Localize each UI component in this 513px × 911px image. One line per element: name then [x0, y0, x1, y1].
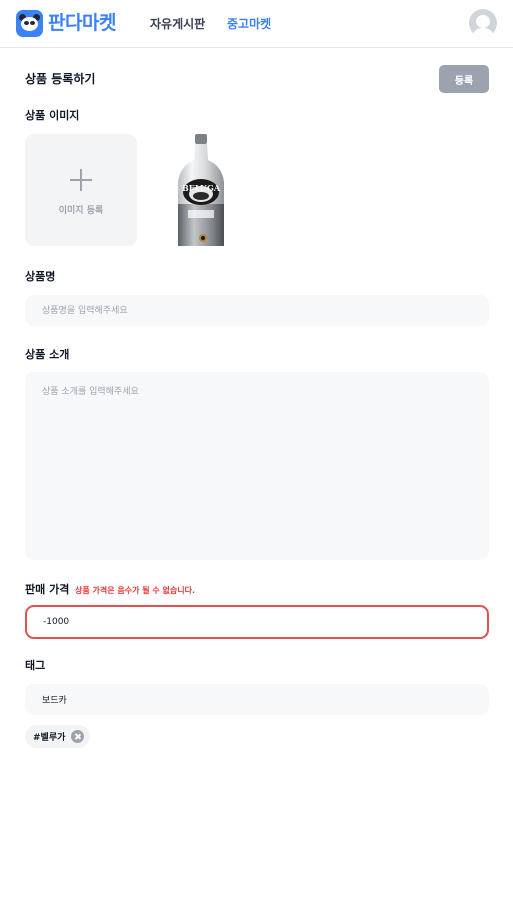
tag-chip-label: #벨루가 — [33, 733, 66, 743]
panda-logo-icon — [16, 10, 43, 37]
product-image-vodka-bottle: BELUGA — [178, 134, 224, 246]
plus-icon — [70, 169, 92, 191]
top-nav: 판다마켓 자유게시판 중고마켓 — [0, 0, 513, 48]
logo[interactable]: 판다마켓 — [16, 10, 116, 37]
nav-used-market[interactable]: 중고마켓 — [227, 16, 271, 32]
avatar[interactable] — [469, 9, 497, 37]
price-input[interactable] — [25, 605, 489, 639]
tag-label: 태그 — [25, 659, 46, 672]
name-label: 상품명 — [25, 270, 56, 283]
description-label: 상품 소개 — [25, 348, 70, 361]
description-input[interactable] — [25, 372, 489, 560]
submit-button[interactable]: 등록 — [439, 65, 489, 93]
page-title: 상품 등록하기 — [25, 72, 96, 86]
price-label: 판매 가격 — [25, 583, 70, 596]
svg-text:BELUGA: BELUGA — [182, 183, 221, 193]
image-label: 상품 이미지 — [25, 109, 80, 122]
image-upload-label: 이미지 등록 — [58, 206, 104, 216]
name-input[interactable] — [25, 295, 489, 326]
tag-input[interactable] — [25, 684, 489, 715]
price-error-message: 상품 가격은 음수가 될 수 없습니다. — [75, 586, 196, 595]
nav-free-board[interactable]: 자유게시판 — [150, 16, 205, 32]
tag-chip: #벨루가 — [25, 725, 91, 748]
logo-text: 판다마켓 — [48, 12, 116, 34]
image-upload-button[interactable]: 이미지 등록 — [25, 134, 137, 246]
close-icon[interactable] — [71, 730, 85, 743]
